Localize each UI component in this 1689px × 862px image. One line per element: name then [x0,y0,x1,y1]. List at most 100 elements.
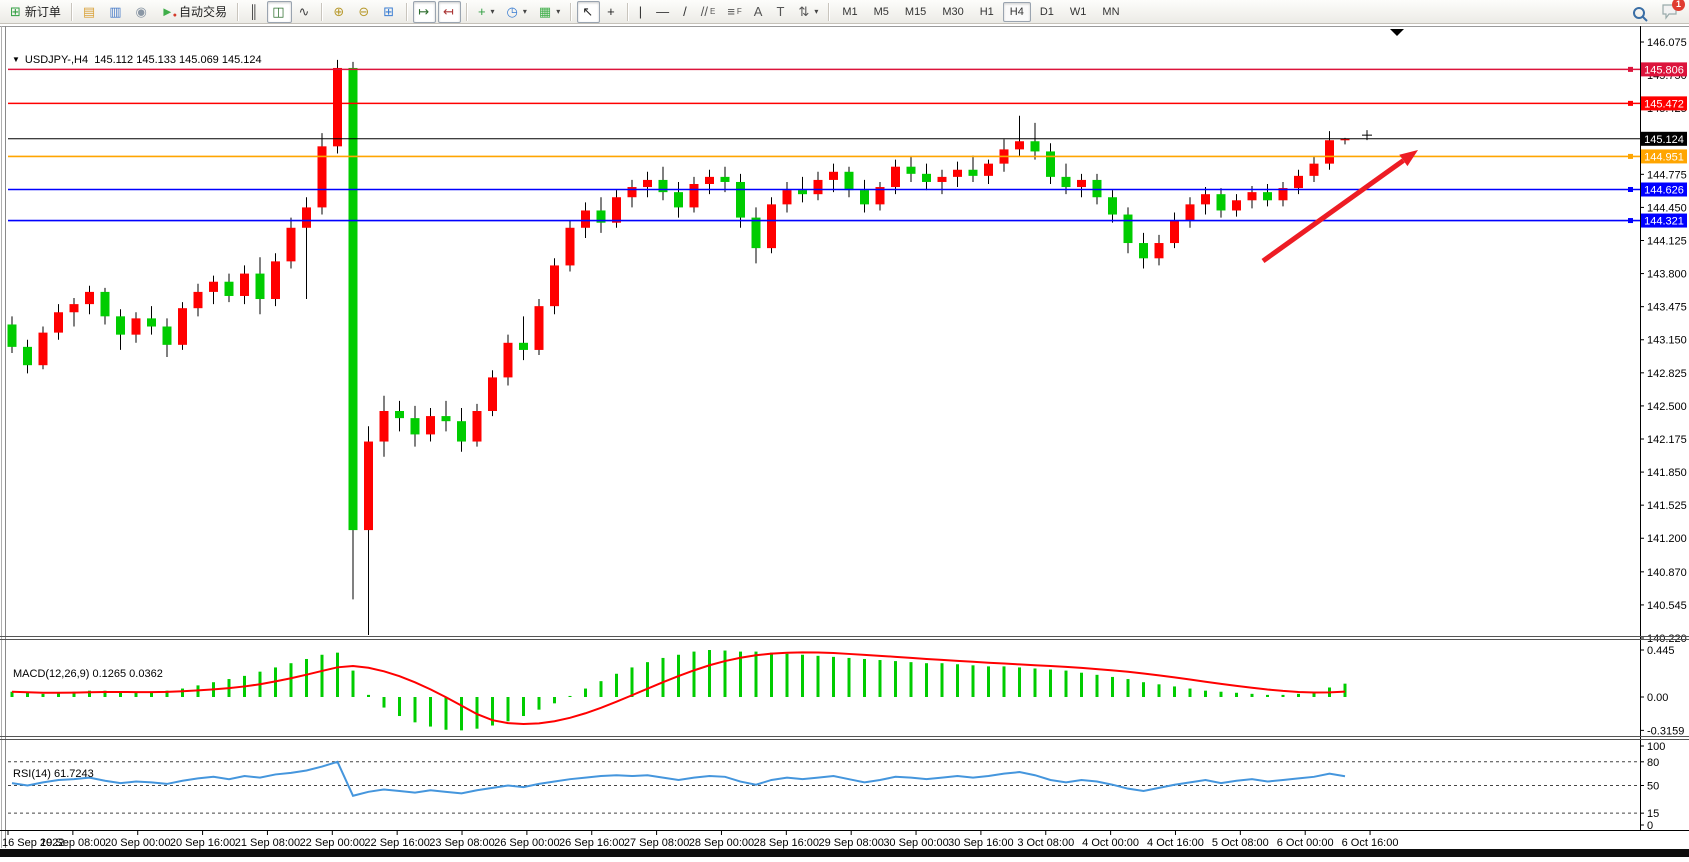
macd-histogram-bar [1003,666,1006,697]
navigator-icon[interactable]: ▥ [104,1,128,23]
timeframe-m1-button[interactable]: M1 [835,2,864,22]
time-tick-label: 30 Sep 16:00 [948,837,1013,849]
text-button[interactable]: A [749,1,770,23]
fibonacci-icon: ≡ [727,5,735,18]
vertical-line-button[interactable]: | [634,1,649,23]
signals-icon[interactable]: ◉ [131,1,154,23]
candle-down [922,174,931,182]
periods-button[interactable]: ◷▾ [502,1,532,23]
zoom-out-button[interactable]: ⊖ [353,1,376,23]
chat-icon[interactable]: 1 [1661,2,1679,25]
macd-histogram-bar [460,697,463,730]
new-order-button[interactable]: ⊞新订单 [5,1,66,23]
time-tick-label: 5 Oct 08:00 [1212,837,1269,849]
indicators-icon: + [478,5,486,18]
chevron-down-icon[interactable]: ▾ [491,7,495,16]
timeframe-m15-button[interactable]: M15 [898,2,933,22]
chart-background[interactable] [0,24,1689,857]
candle-up [891,167,900,187]
price-tick-label: 143.475 [1647,302,1687,314]
trendline-button[interactable]: / [678,1,694,23]
chart-window-icon[interactable]: ▤ [78,1,102,23]
crosshair-icon: + [607,5,615,18]
timeframe-w1-button[interactable]: W1 [1063,2,1094,22]
price-badge-text: 144.321 [1644,216,1684,228]
candle-down [969,170,978,176]
candle-up [194,292,203,308]
chart-shift-button[interactable]: ↤ [438,1,461,23]
macd-tick-label: 0.00 [1647,692,1668,704]
zoom-out-icon: ⊖ [358,5,369,18]
candle-up [829,172,838,180]
candle-up [643,180,652,187]
candle-down [1093,180,1102,197]
chart-canvas[interactable]: 146.075145.750145.425145.100144.775144.4… [0,24,1689,857]
candle-up [318,146,327,207]
macd-histogram-bar [507,697,510,721]
macd-histogram-bar [941,663,944,697]
level-anchor-square [1628,218,1633,223]
candle-up [426,416,435,434]
macd-histogram-bar [42,694,45,697]
zoom-in-icon: ⊕ [333,5,344,18]
line-chart-button[interactable]: ∿ [294,1,317,23]
fibonacci-button[interactable]: ≡F [722,1,746,23]
search-icon[interactable] [1631,5,1649,23]
rsi-tick-label: 15 [1647,808,1659,820]
timeframe-h1-button[interactable]: H1 [973,2,1001,22]
level-anchor-square [1628,187,1633,192]
candle-up [302,207,311,227]
chart-window[interactable]: 146.075145.750145.425145.100144.775144.4… [0,24,1689,857]
candle-down [752,218,761,249]
macd-histogram-bar [987,666,990,697]
macd-histogram-bar [1096,675,1099,697]
indicators-button[interactable]: +▾ [473,1,500,23]
horizontal-line-button[interactable]: — [651,1,676,23]
macd-histogram-bar [1142,682,1145,697]
price-tick-label: 142.500 [1647,401,1687,413]
tile-windows-button[interactable]: ⊞ [378,1,401,23]
macd-histogram-bar [538,697,541,710]
time-tick-label: 20 Sep 16:00 [170,837,235,849]
zoom-in-button[interactable]: ⊕ [328,1,351,23]
candle-down [163,327,172,345]
macd-histogram-bar [925,663,928,697]
timeframe-mn-button[interactable]: MN [1095,2,1126,22]
macd-histogram-bar [1065,671,1068,697]
equidistant-channel-button[interactable]: //E [696,1,721,23]
candle-down [116,316,125,334]
macd-histogram-bar [1080,673,1083,697]
chevron-down-icon[interactable]: ▾ [523,7,527,16]
timeframe-m30-button[interactable]: M30 [935,2,970,22]
price-badge-text: 145.806 [1644,64,1684,76]
templates-button[interactable]: ▦▾ [534,1,565,23]
timeframe-h4-button[interactable]: H4 [1003,2,1031,22]
candle-down [1139,243,1148,258]
candle-up [690,184,699,207]
chevron-down-icon[interactable]: ▾ [814,7,818,16]
arrows-button[interactable]: ⇅▾ [793,1,823,23]
candle-up [488,377,497,411]
signals-icon-icon: ◉ [136,5,147,18]
crosshair-button[interactable]: + [602,1,622,23]
candle-up [473,411,482,442]
text-label-button[interactable]: T [771,1,791,23]
macd-histogram-bar [972,665,975,697]
chevron-down-icon[interactable]: ▾ [556,7,560,16]
autotrading-button[interactable]: ►●自动交易 [156,1,232,23]
level-anchor-square [1628,154,1633,159]
time-tick-label: 30 Sep 00:00 [883,837,948,849]
time-tick-label: 28 Sep 16:00 [754,837,819,849]
candle-up [1310,164,1319,176]
macd-histogram-bar [584,689,587,697]
toolbar-right-icons: 1 [1631,2,1679,25]
candlestick-chart-button[interactable]: ◫ [267,1,291,23]
timeframe-d1-button[interactable]: D1 [1033,2,1061,22]
macd-histogram-bar [708,650,711,697]
macd-histogram-bar [414,697,417,722]
bar-chart-button[interactable]: ║ [244,1,265,23]
auto-scroll-button[interactable]: ↦ [413,1,436,23]
candle-up [550,265,559,306]
timeframe-m5-button[interactable]: M5 [867,2,896,22]
cursor-button[interactable]: ↖ [577,1,600,23]
